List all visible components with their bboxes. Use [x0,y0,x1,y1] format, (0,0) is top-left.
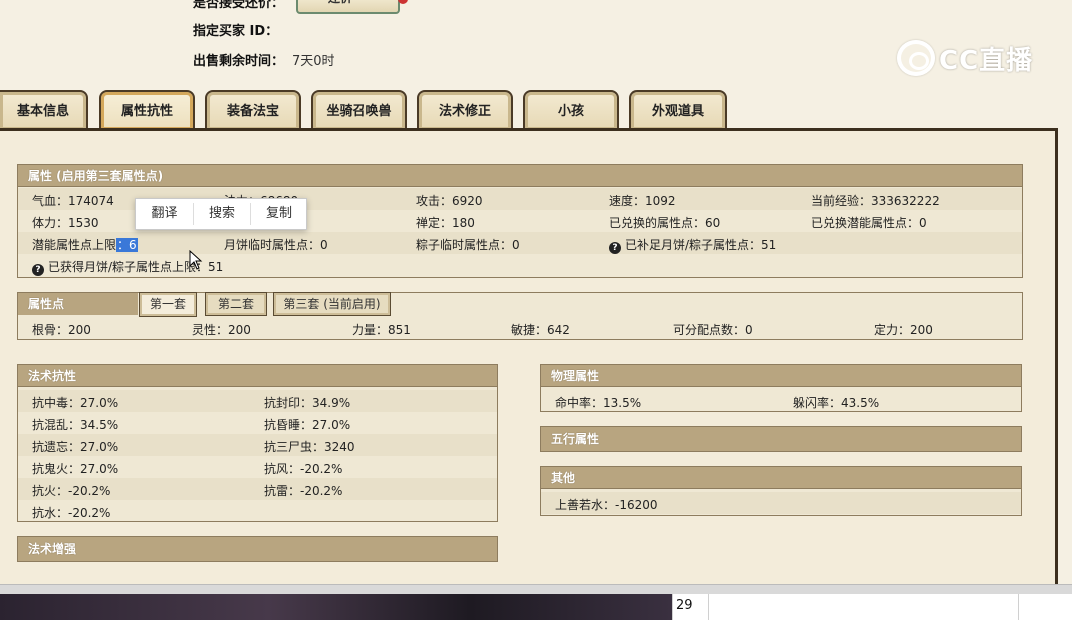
resist-wind: 抗风：-20.2% [264,462,343,476]
resist-row: 抗遗忘：27.0% 抗三尸虫：3240 [18,434,497,456]
grid-line [672,594,673,620]
resist-row: 抗混乱：34.5% 抗昏睡：27.0% [18,412,497,434]
context-search[interactable]: 搜索 [194,199,250,229]
other-panel: 其他 上善若水：-16200 [540,466,1022,516]
exchanged-points: 已兑换的属性点：60 [609,216,721,230]
resist-seal: 抗封印：34.9% [264,396,351,410]
attributes-panel-title: 属性 (启用第三套属性点) [18,165,1022,187]
tab-spell-modifiers[interactable]: 法术修正 [417,90,513,130]
tab-appearance-items[interactable]: 外观道具 [629,90,727,130]
resist-row: 抗鬼火：27.0% 抗风：-20.2% [18,456,497,478]
resist-forget: 抗遗忘：27.0% [32,440,119,454]
five-elements-panel: 五行属性 [540,426,1022,452]
constitution-value: 根骨：200 [32,323,91,337]
mooncake-temp-points: 月饼临时属性点：0 [224,238,328,252]
time-left-value: 7天0时 [292,54,335,69]
resist-thunder: 抗雷：-20.2% [264,484,343,498]
accept-counter-offer-row: 是否接受还价： [193,0,284,11]
selected-text[interactable]: ：6 [116,238,138,252]
tab-equipment[interactable]: 装备法宝 [205,90,301,130]
filled-points-text: 已补足月饼/粽子属性点：51 [625,238,777,252]
grid-line [1018,594,1019,620]
buyer-id-label: 指定买家 ID： [193,24,279,39]
subtab-set-3[interactable]: 第三套 (当前启用) [273,292,391,316]
spell-enhance-title: 法术增强 [18,537,497,561]
attribute-points-panel: 属性点 第一套 第二套 第三套 (当前启用) 根骨：200 灵性：200 力量：… [17,292,1023,340]
video-preview [0,594,672,620]
context-translate[interactable]: 翻译 [136,199,193,229]
mouse-cursor-icon [189,250,203,270]
physical-title: 物理属性 [541,365,1021,387]
close-icon[interactable] [398,0,408,4]
dodge-rate: 躲闪率：43.5% [793,396,880,410]
resist-poison: 抗中毒：27.0% [32,396,119,410]
resist-row: 抗水：-20.2% [18,500,497,522]
potential-cap: 潜能属性点上限：6 [32,236,138,253]
strength-value: 力量：851 [352,323,411,337]
filled-points: ? 已补足月饼/粽子属性点：51 [609,236,776,254]
spell-resistance-panel: 法术抗性 抗中毒：27.0% 抗封印：34.9% 抗混乱：34.5% 抗昏睡：2… [17,364,498,522]
resist-sleep: 抗昏睡：27.0% [264,418,351,432]
resist-fire: 抗火：-20.2% [32,484,111,498]
tab-attributes-resistance[interactable]: 属性抗性 [99,90,195,130]
accept-counter-offer-label: 是否接受还价： [193,0,285,11]
assignable-points: 可分配点数：0 [673,323,753,337]
cc-logo-icon [897,40,935,76]
help-icon[interactable]: ? [32,264,44,276]
hp-value: 气血：174074 [32,194,114,208]
attributes-row-4: ? 已获得月饼/粽子属性点上限：51 [18,254,1022,276]
time-left-row: 出售剩余时间： 7天0时 [193,50,335,69]
attribute-points-row: 根骨：200 灵性：200 力量：851 敏捷：642 可分配点数：0 定力：2… [18,317,1022,339]
resist-confusion: 抗混乱：34.5% [32,418,119,432]
tab-children[interactable]: 小孩 [523,90,619,130]
taskbar: 29 [0,594,1072,620]
attribute-points-title: 属性点 [18,293,138,315]
counter-offer-label: 还价 [328,0,352,6]
five-elements-title: 五行属性 [541,427,1021,451]
meditation-value: 禅定：180 [416,216,475,230]
resist-row: 抗中毒：27.0% 抗封印：34.9% [18,390,497,412]
agility-value: 敏捷：642 [511,323,570,337]
spell-resistance-title: 法术抗性 [18,365,497,387]
resist-row: 抗火：-20.2% 抗雷：-20.2% [18,478,497,500]
counter-offer-button[interactable]: 还价 [296,0,408,14]
resist-water: 抗水：-20.2% [32,506,111,520]
shanshui-value: 上善若水：-16200 [555,498,658,512]
hit-rate: 命中率：13.5% [555,396,642,410]
subtab-set-2[interactable]: 第二套 [205,292,267,316]
horizontal-scrollbar[interactable] [0,584,1072,594]
potential-cap-label: 潜能属性点上限 [32,238,117,252]
grid-line [708,594,709,620]
spirit-value: 灵性：200 [192,323,251,337]
tab-mounts-summons[interactable]: 坐骑召唤兽 [311,90,407,130]
context-menu: 翻译 搜索 复制 [135,198,307,230]
experience-value: 当前经验：333632222 [811,194,940,208]
subtab-set-1[interactable]: 第一套 [139,292,197,317]
stamina-value: 体力：1530 [32,216,99,230]
speed-value: 速度：1092 [609,194,676,208]
logo-text: CC直播 [939,46,1034,76]
attack-value: 攻击：6920 [416,194,483,208]
physical-panel: 物理属性 命中率：13.5% 躲闪率：43.5% [540,364,1022,412]
cc-live-logo: CC直播 [897,36,1037,78]
buyer-id-row: 指定买家 ID： [193,20,278,39]
resist-ghostfire: 抗鬼火：27.0% [32,462,119,476]
attributes-row-3: 潜能属性点上限：6 月饼临时属性点：0 粽子临时属性点：0 ? 已补足月饼/粽子属… [18,232,1022,254]
tab-basic-info[interactable]: 基本信息 [0,90,88,130]
endurance-value: 定力：200 [874,323,933,337]
other-row: 上善若水：-16200 [541,492,1021,514]
context-copy[interactable]: 复制 [251,199,307,229]
spell-enhance-panel: 法术增强 [17,536,498,562]
zongzi-temp-points: 粽子临时属性点：0 [416,238,520,252]
time-left-label: 出售剩余时间： [193,54,285,69]
help-icon[interactable]: ? [609,242,621,254]
exchanged-potential-points: 已兑换潜能属性点：0 [811,216,927,230]
resist-worm: 抗三尸虫：3240 [264,440,355,454]
physical-row: 命中率：13.5% 躲闪率：43.5% [541,390,1021,412]
cell-number: 29 [676,598,693,613]
other-title: 其他 [541,467,1021,489]
